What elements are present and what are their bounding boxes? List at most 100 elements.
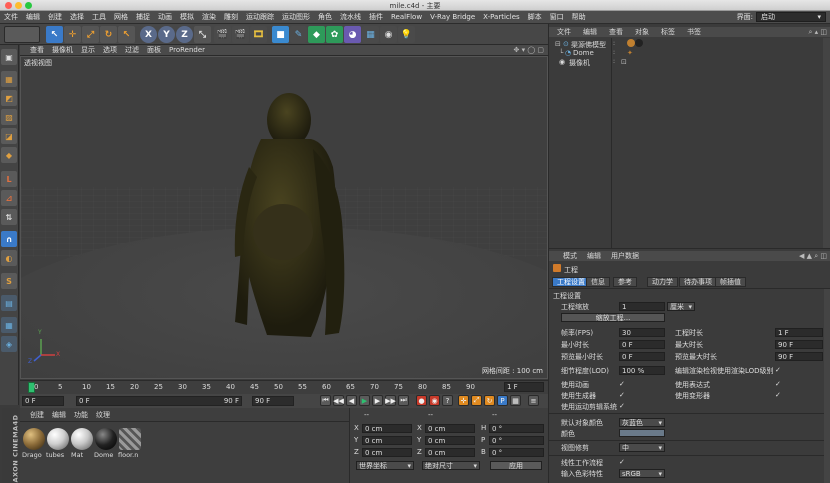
use-expressions-checkbox[interactable]: ✓	[775, 380, 781, 388]
keyframe-selection-icon[interactable]: ?	[442, 395, 453, 406]
attribute-menu-edit[interactable]: 编辑	[587, 251, 601, 261]
prev-frame-icon[interactable]: ◀	[346, 395, 357, 406]
object-row[interactable]: ◉ 摄像机 : ⊡	[549, 58, 830, 67]
axis-mode-icon[interactable]: L	[1, 171, 17, 187]
menu-x-particles[interactable]: X-Particles	[483, 13, 519, 21]
object-row[interactable]: └ ◔ Dome : ✦	[549, 49, 830, 58]
position-z-input[interactable]: 0 cm	[362, 448, 412, 457]
next-key-icon[interactable]: ▶▶	[385, 395, 396, 406]
menu-render[interactable]: 渲染	[202, 12, 216, 22]
project-scale-input[interactable]: 1	[619, 302, 665, 311]
attribute-menu-user-data[interactable]: 用户数据	[611, 251, 639, 261]
menu-script[interactable]: 脚本	[528, 12, 542, 22]
go-to-end-icon[interactable]: ⏭	[398, 395, 409, 406]
points-mode-icon[interactable]: ▨	[1, 109, 17, 125]
lod-input[interactable]: 100 %	[619, 366, 665, 375]
material-swatch[interactable]	[71, 428, 93, 450]
render-settings-icon[interactable]: 🎞	[250, 26, 267, 43]
render-lod-checkbox[interactable]: ✓	[775, 366, 781, 374]
menu-mesh[interactable]: 网格	[114, 12, 128, 22]
prev-key-icon[interactable]: ◀◀	[333, 395, 344, 406]
object-menu-bookmarks[interactable]: 书签	[687, 27, 701, 37]
input-color-profile-dropdown[interactable]: sRGB ▾	[619, 469, 665, 478]
menu-snap[interactable]: 捕捉	[136, 12, 150, 22]
menu-plugins[interactable]: 插件	[369, 12, 383, 22]
x-axis-icon[interactable]: X	[140, 26, 157, 43]
use-animation-checkbox[interactable]: ✓	[619, 380, 625, 388]
tab-info[interactable]: 信息	[586, 277, 610, 287]
rotation-b-input[interactable]: 0 °	[489, 448, 544, 457]
use-generators-checkbox[interactable]: ✓	[619, 391, 625, 399]
material-swatch[interactable]	[47, 428, 69, 450]
color-swatch[interactable]	[619, 429, 665, 437]
model-mode-icon[interactable]: ▣	[1, 49, 17, 65]
workplane-mode-icon[interactable]: ◩	[1, 90, 17, 106]
scale-project-button[interactable]: 缩放工程...	[561, 313, 665, 322]
material-tag-icon[interactable]	[627, 39, 635, 47]
size-z-input[interactable]: 0 cm	[425, 448, 475, 457]
tab-key-interpolation[interactable]: 帧插值	[715, 277, 746, 287]
rotation-key-icon[interactable]: ↻	[484, 395, 495, 406]
perspective-viewport[interactable]: Y X Z 透视视图 网格间距 : 100 cm	[20, 56, 548, 379]
material-swatch[interactable]	[119, 428, 141, 450]
next-frame-icon[interactable]: ▶	[372, 395, 383, 406]
project-duration-input[interactable]: 1 F	[775, 328, 823, 337]
menu-file[interactable]: 文件	[4, 12, 18, 22]
viewport-menu-prorender[interactable]: ProRender	[169, 46, 205, 54]
menu-window[interactable]: 窗口	[550, 12, 564, 22]
menu-character[interactable]: 角色	[318, 12, 332, 22]
attribute-nav-icons[interactable]: ◀ ▲ ⌕ ◫	[799, 252, 827, 261]
preview-min-input[interactable]: 0 F	[619, 352, 665, 361]
material-menu-function[interactable]: 功能	[74, 410, 88, 420]
menu-tools[interactable]: 工具	[92, 12, 106, 22]
use-deformers-checkbox[interactable]: ✓	[775, 391, 781, 399]
size-x-input[interactable]: 0 cm	[425, 424, 475, 433]
material-tag-icon[interactable]	[635, 39, 643, 47]
layer-icon[interactable]: ▤	[1, 295, 17, 311]
play-icon[interactable]: ▶	[359, 395, 370, 406]
s-tool-icon[interactable]: S	[1, 273, 17, 289]
pen-icon[interactable]: ✎	[290, 26, 307, 43]
rotate-icon[interactable]: ↻	[100, 26, 117, 43]
viewport-menu-display[interactable]: 显示	[81, 45, 95, 55]
solo-icon[interactable]: ◐	[1, 250, 17, 266]
menu-create[interactable]: 创建	[48, 12, 62, 22]
snap-icon[interactable]: ∩	[1, 231, 17, 247]
scale-icon[interactable]: ⤢	[82, 26, 99, 43]
linear-workflow-checkbox[interactable]: ✓	[619, 458, 625, 466]
search-icon[interactable]: ⌕ ▴ ◫	[809, 28, 828, 37]
use-motion-system-checkbox[interactable]: ✓	[619, 402, 625, 410]
preview-range-slider[interactable]: 0 F 90 F	[76, 396, 242, 406]
y-axis-icon[interactable]: Y	[158, 26, 175, 43]
material-menu-edit[interactable]: 编辑	[52, 410, 66, 420]
material-swatch[interactable]	[23, 428, 45, 450]
visibility-dots-icon[interactable]: :	[613, 40, 615, 47]
menu-mograph[interactable]: 运动图形	[282, 12, 310, 22]
menu-motion-tracker[interactable]: 运动跟踪	[246, 12, 274, 22]
position-key-icon[interactable]: ✛	[458, 395, 469, 406]
z-axis-icon[interactable]: Z	[176, 26, 193, 43]
menu-simulate[interactable]: 模拟	[180, 12, 194, 22]
min-time-input[interactable]: 0 F	[619, 340, 665, 349]
world-coord-icon[interactable]: ⤡	[194, 26, 211, 43]
preview-max-input[interactable]: 90 F	[775, 352, 823, 361]
viewport-menu-panel[interactable]: 面板	[147, 45, 161, 55]
position-y-input[interactable]: 0 cm	[362, 436, 412, 445]
material-menu-texture[interactable]: 纹理	[96, 410, 110, 420]
position-x-input[interactable]: 0 cm	[362, 424, 412, 433]
move-icon[interactable]: ✛	[64, 26, 81, 43]
viewport-menu-filter[interactable]: 过滤	[125, 45, 139, 55]
object-menu-objects[interactable]: 对象	[635, 27, 649, 37]
current-frame-field[interactable]: 1 F	[504, 382, 544, 392]
compositing-tag-icon[interactable]: ✦	[627, 49, 633, 57]
render-picture-viewer-icon[interactable]: 🎬	[232, 26, 249, 43]
visibility-dots-icon[interactable]: :	[613, 58, 615, 65]
coord-mode-dropdown[interactable]: 世界坐标 ▾	[356, 461, 414, 470]
cube-icon[interactable]: ■	[272, 26, 289, 43]
menu-help[interactable]: 帮助	[572, 12, 586, 22]
viewport-menu-options[interactable]: 选项	[103, 45, 117, 55]
live-selection-icon[interactable]: ↖	[46, 26, 63, 43]
camera-toggle-icon[interactable]: ⊡	[621, 58, 627, 66]
rotation-p-input[interactable]: 0 °	[489, 436, 544, 445]
view-clipping-dropdown[interactable]: 中 ▾	[619, 443, 665, 452]
